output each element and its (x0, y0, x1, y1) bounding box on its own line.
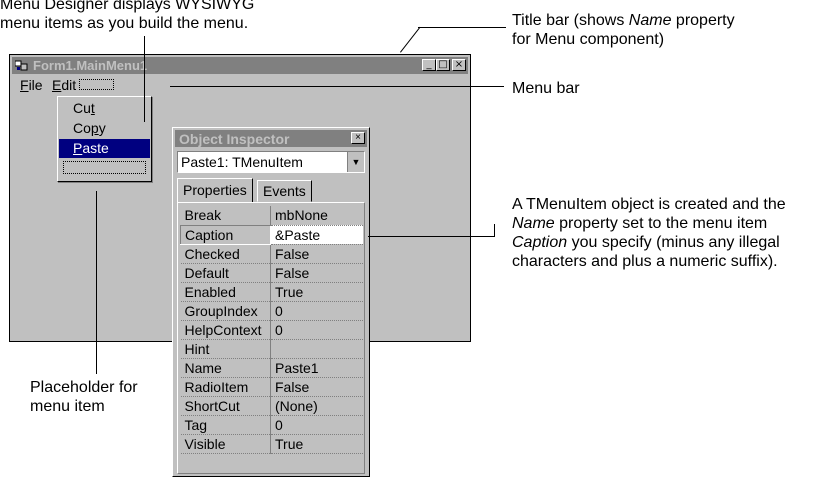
callout-tmenuitem: A TMenuItem object is created and the Na… (512, 196, 786, 270)
callout-menu-designer-line1: Menu Designer displays WYSIWYG (0, 0, 255, 13)
property-name[interactable]: HelpContext (180, 320, 271, 340)
property-row[interactable]: GroupIndex 0 (180, 301, 363, 321)
leader-tmenuitem (368, 236, 494, 237)
callout-placeholder: Placeholder for menu item (30, 379, 138, 415)
maximize-button[interactable]: □ (436, 59, 450, 71)
property-row[interactable]: Caption &Paste (180, 224, 363, 245)
property-row[interactable]: Break mbNone (180, 206, 363, 226)
menu-item-copy[interactable]: Copy (59, 119, 150, 138)
property-name[interactable]: Default (180, 263, 271, 283)
property-row[interactable]: HelpContext 0 (180, 320, 363, 340)
property-value[interactable] (270, 339, 363, 359)
property-value[interactable]: 0 (270, 301, 363, 321)
object-selector[interactable]: Paste1: TMenuItem ▼ (177, 151, 365, 173)
property-name[interactable]: ShortCut (180, 396, 271, 416)
close-button[interactable]: × (452, 59, 466, 71)
property-value[interactable]: 0 (270, 415, 363, 435)
object-inspector: Object Inspector × Paste1: TMenuItem ▼ P… (172, 127, 370, 477)
tab-events[interactable]: Events (257, 180, 312, 202)
form-title: Form1.MainMenu1 (33, 58, 148, 73)
property-name[interactable]: Checked (180, 244, 271, 264)
menu-item-cut[interactable]: Cut (59, 99, 150, 118)
property-name[interactable]: Hint (180, 339, 271, 359)
property-row[interactable]: Default False (180, 263, 363, 283)
property-name[interactable]: Name (180, 358, 271, 378)
menu-item-placeholder[interactable] (63, 161, 146, 174)
leader-menu-bar (170, 86, 504, 87)
property-name[interactable]: GroupIndex (180, 301, 271, 321)
property-name[interactable]: Caption (180, 224, 271, 245)
property-name[interactable]: Tag (180, 415, 271, 435)
property-name[interactable]: RadioItem (180, 377, 271, 397)
property-row[interactable]: Visible True (180, 434, 363, 454)
menu-edit[interactable]: Edit (52, 77, 76, 93)
property-value[interactable]: &Paste (270, 225, 363, 245)
form-title-bar[interactable]: Form1.MainMenu1 _ □ × (12, 57, 468, 74)
minimize-button[interactable]: _ (422, 59, 436, 71)
property-row[interactable]: Hint (180, 339, 363, 359)
property-value[interactable]: 0 (270, 320, 363, 340)
menu-bar: File Edit (12, 76, 468, 94)
property-value[interactable]: True (270, 434, 363, 454)
callout-title-bar: Title bar (shows Name property for Menu … (512, 12, 735, 48)
property-row[interactable]: Enabled True (180, 282, 363, 302)
leader-title-bar-h (418, 27, 506, 28)
callout-menu-designer: Menu Designer displays WYSIWYG menu item… (0, 0, 254, 33)
leader-tmenuitem-v (494, 224, 495, 237)
property-value[interactable]: mbNone (270, 206, 363, 226)
leader-menu-designer (144, 36, 145, 122)
chevron-down-icon[interactable]: ▼ (347, 152, 364, 172)
object-inspector-title: Object Inspector (179, 131, 290, 147)
property-value[interactable]: False (270, 244, 363, 264)
property-row[interactable]: Tag 0 (180, 415, 363, 435)
property-row[interactable]: RadioItem False (180, 377, 363, 397)
property-name[interactable]: Enabled (180, 282, 271, 302)
callout-menu-designer-line2: menu items as you build the menu. (0, 15, 249, 32)
form-icon (14, 59, 28, 72)
property-name[interactable]: Break (180, 206, 271, 226)
property-row[interactable]: Checked False (180, 244, 363, 264)
property-value[interactable]: Paste1 (270, 358, 363, 378)
property-value[interactable]: False (270, 377, 363, 397)
tab-properties[interactable]: Properties (177, 178, 253, 203)
callout-menu-bar: Menu bar (512, 80, 580, 97)
object-inspector-close-button[interactable]: × (351, 132, 365, 144)
menu-item-paste[interactable]: Paste (59, 139, 150, 158)
leader-placeholder (96, 191, 97, 374)
object-inspector-title-bar[interactable]: Object Inspector × (175, 130, 367, 147)
property-value[interactable]: False (270, 263, 363, 283)
edit-dropdown-menu: Cut Copy Paste (57, 96, 152, 182)
menu-bar-placeholder[interactable] (79, 79, 114, 90)
property-row[interactable]: Name Paste1 (180, 358, 363, 378)
leader-title-bar-diag (400, 26, 421, 53)
property-value[interactable]: True (270, 282, 363, 302)
property-value[interactable]: (None) (270, 396, 363, 416)
property-table: Break mbNone Caption &Paste Checked False Defa… (180, 206, 363, 454)
menu-file[interactable]: File (20, 77, 43, 93)
object-selector-value: Paste1: TMenuItem (181, 154, 303, 170)
property-name[interactable]: Visible (180, 434, 271, 454)
property-row[interactable]: ShortCut (None) (180, 396, 363, 416)
